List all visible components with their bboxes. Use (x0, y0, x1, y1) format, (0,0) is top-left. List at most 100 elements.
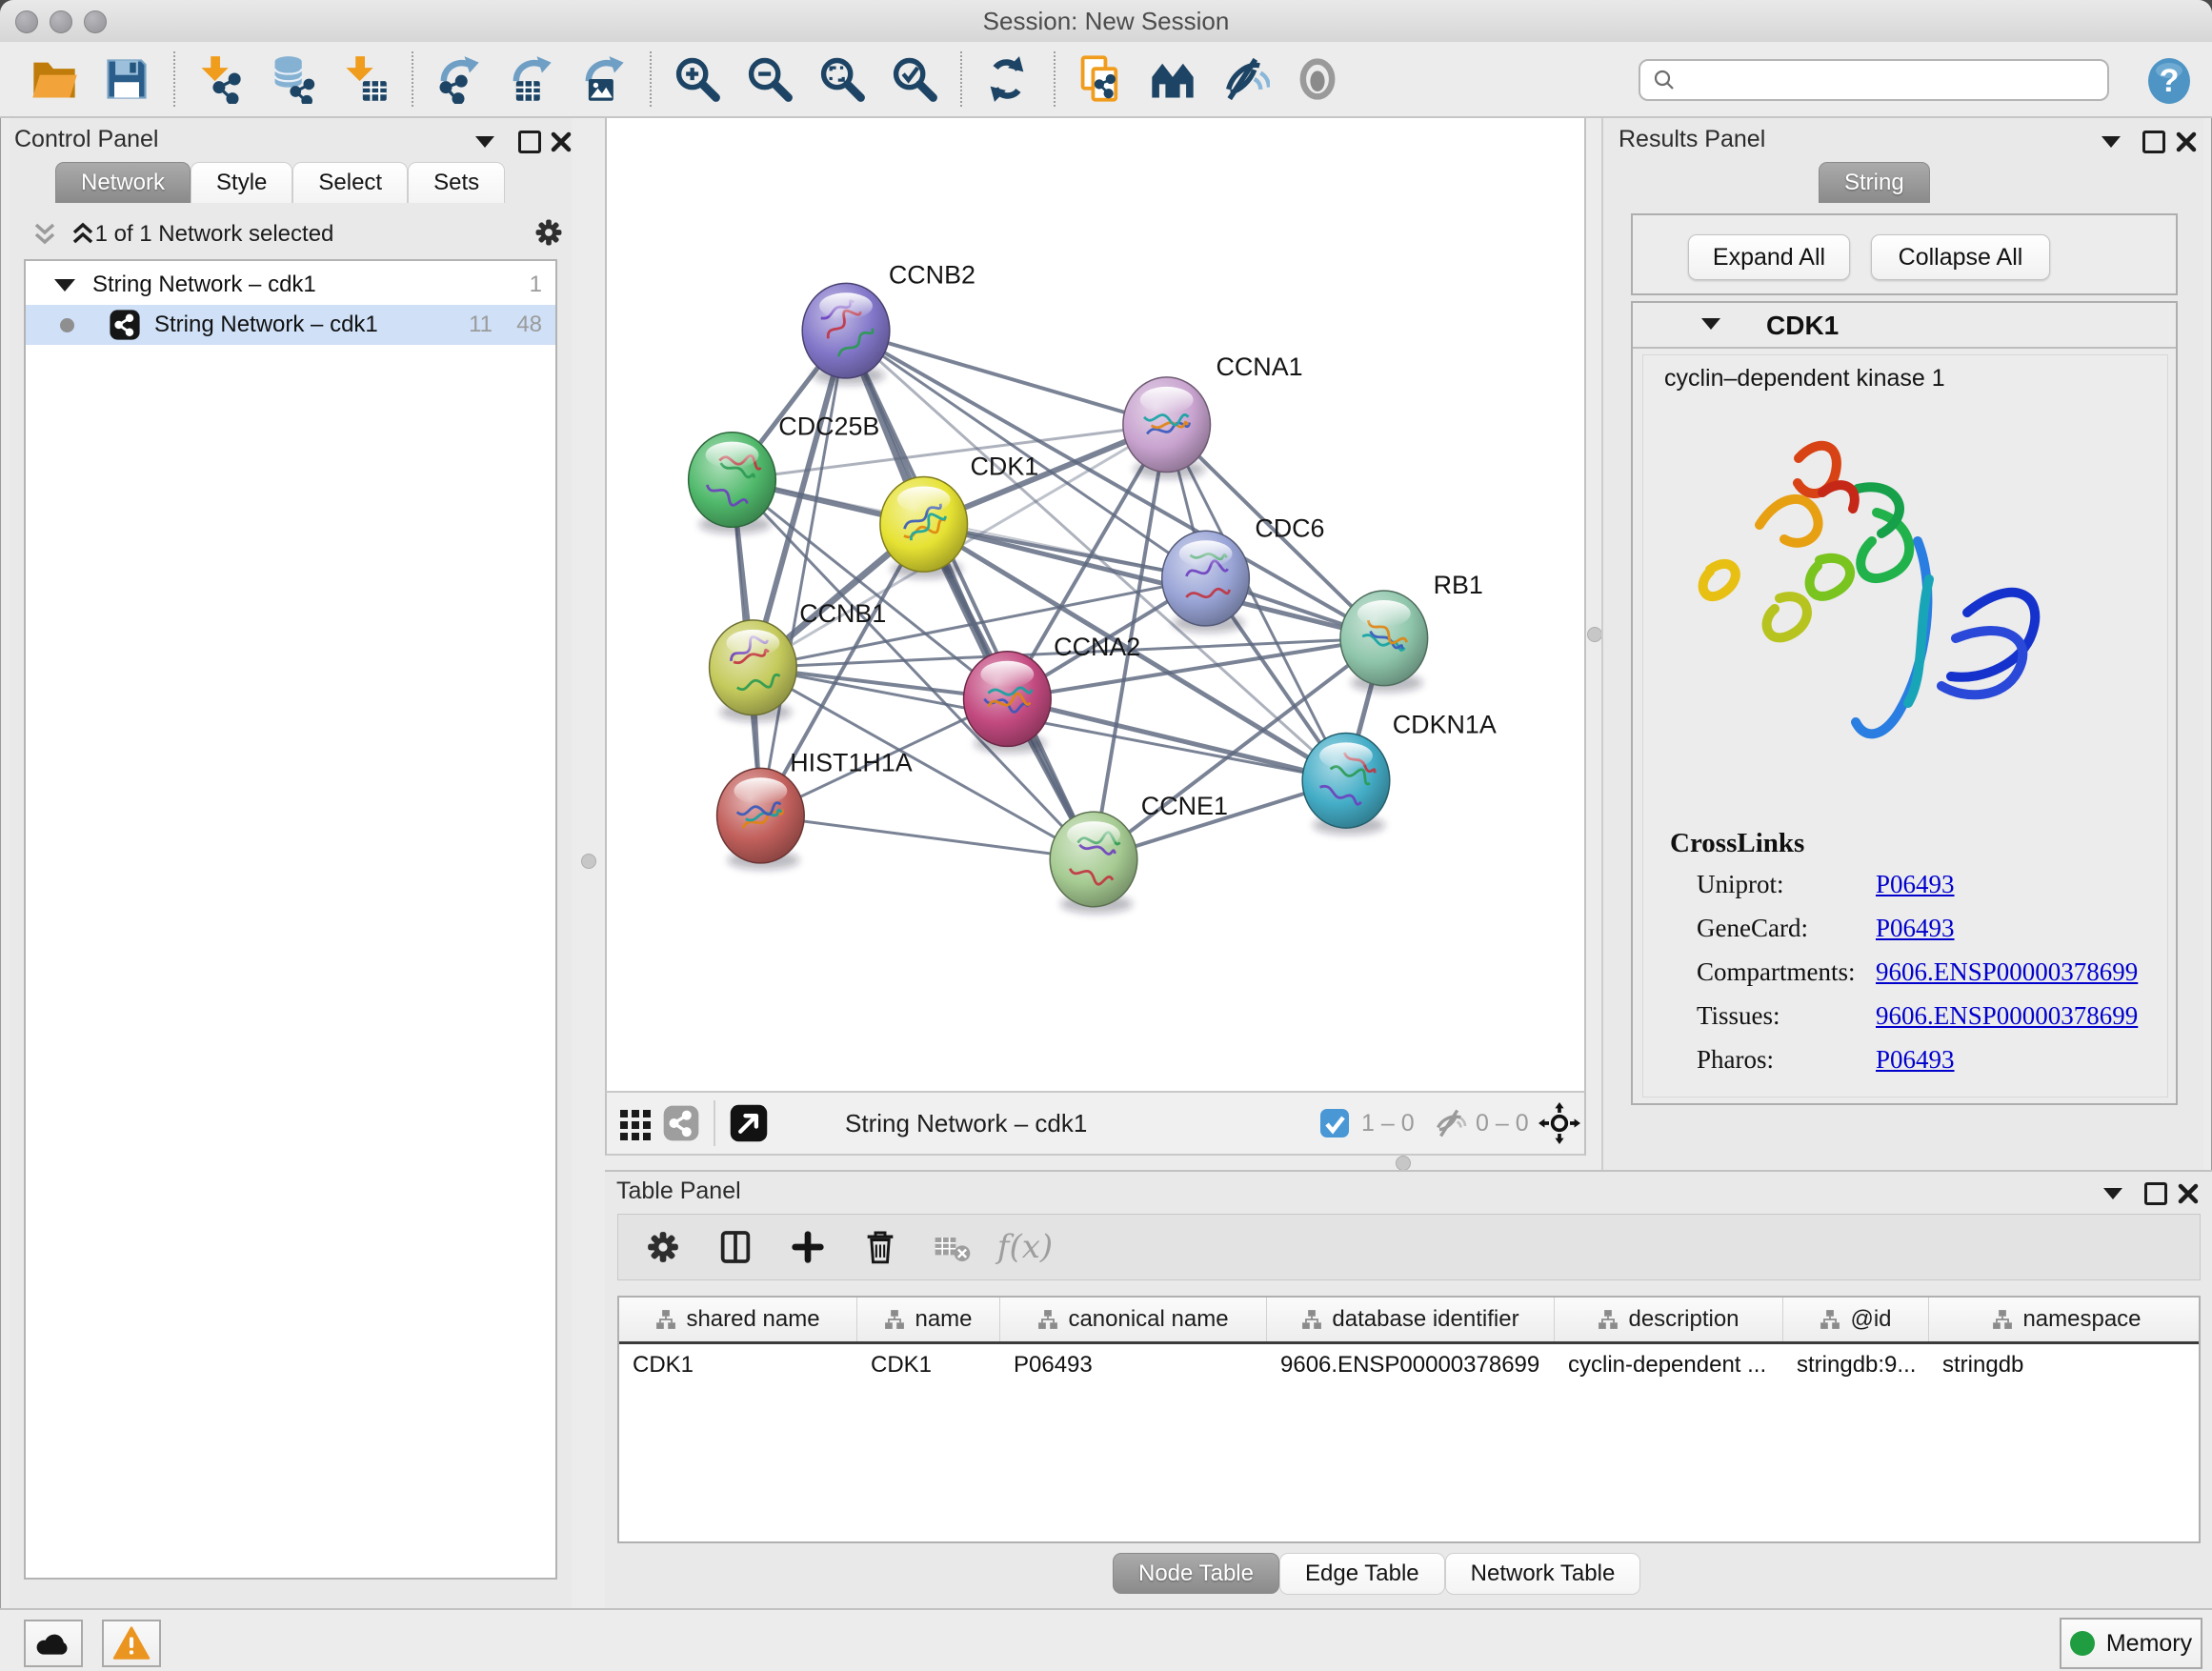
gene-disclosure-icon[interactable] (1701, 318, 1720, 330)
network-node-CCNB2[interactable]: CCNB2 (802, 260, 975, 385)
results-panel-menu-button[interactable] (2097, 128, 2125, 156)
zoom-selected-button[interactable] (884, 50, 943, 109)
close-window-button[interactable] (15, 10, 38, 33)
collapse-all-button[interactable]: Collapse All (1871, 234, 2050, 280)
export-image-button[interactable] (573, 50, 633, 109)
network-edge[interactable] (760, 815, 1094, 859)
column-header-canonical-name[interactable]: canonical name (1000, 1298, 1267, 1341)
column-header-name[interactable]: name (857, 1298, 1000, 1341)
network-edge[interactable] (1007, 699, 1346, 781)
expand-all-button[interactable]: Expand All (1688, 234, 1850, 280)
horizontal-splitter-handle[interactable] (1396, 1156, 1411, 1171)
tab-select[interactable]: Select (292, 162, 408, 203)
table-options-gear-button[interactable] (635, 1222, 691, 1272)
table-panel-menu-button[interactable] (2099, 1179, 2127, 1208)
table-cell[interactable]: stringdb:9... (1783, 1344, 1929, 1388)
zoom-fit-button[interactable] (812, 50, 871, 109)
crosslink-link[interactable]: 9606.ENSP00000378699 (1876, 1001, 2138, 1031)
grid-view-button[interactable] (618, 1093, 653, 1154)
tab-string[interactable]: String (1819, 162, 1930, 203)
network-view-mode-button[interactable] (662, 1093, 700, 1154)
network-node-CDKN1A[interactable]: CDKN1A (1302, 710, 1497, 835)
network-node-HIST1H1A[interactable]: HIST1H1A (717, 748, 913, 870)
memory-button[interactable]: Memory (2060, 1618, 2202, 1669)
right-splitter-handle[interactable] (1587, 627, 1602, 642)
column-header-shared-name[interactable]: shared name (619, 1298, 857, 1341)
control-panel-float-button[interactable] (515, 128, 544, 156)
toolbar-separator (412, 51, 413, 107)
search-input[interactable] (1677, 66, 2081, 94)
network-node-CDC6[interactable]: CDC6 (1162, 513, 1325, 633)
open-file-button[interactable] (25, 50, 84, 109)
network-edge[interactable] (846, 331, 1167, 425)
left-splitter-handle[interactable] (581, 854, 596, 869)
warnings-button[interactable] (102, 1620, 161, 1667)
cloud-status-button[interactable] (24, 1620, 83, 1667)
table-panel-float-button[interactable] (2142, 1179, 2170, 1208)
network-node-CCNB1[interactable]: CCNB1 (710, 599, 887, 722)
network-row-selected[interactable]: String Network – cdk1 11 48 (26, 305, 555, 345)
tab-network-table[interactable]: Network Table (1445, 1553, 1641, 1595)
import-table-button[interactable] (335, 50, 394, 109)
control-panel-close-button[interactable] (547, 128, 575, 156)
node-label-CCNB2: CCNB2 (889, 260, 975, 289)
crosslink-link[interactable]: P06493 (1876, 914, 1955, 943)
add-column-button[interactable] (780, 1222, 835, 1272)
results-panel-float-button[interactable] (2140, 128, 2168, 156)
crosslink-link[interactable]: P06493 (1876, 870, 1955, 899)
network-node-CCNE1[interactable]: CCNE1 (1050, 792, 1228, 914)
table-panel-close-button[interactable] (2174, 1179, 2202, 1208)
minimize-window-button[interactable] (50, 10, 72, 33)
zoom-window-button[interactable] (84, 10, 107, 33)
column-header-description[interactable]: description (1555, 1298, 1783, 1341)
column-header--id[interactable]: @id (1783, 1298, 1929, 1341)
save-button[interactable] (97, 50, 156, 109)
crosslink-link[interactable]: P06493 (1876, 1045, 1955, 1075)
collection-disclosure-icon[interactable] (54, 279, 75, 292)
column-header-database-identifier[interactable]: database identifier (1267, 1298, 1555, 1341)
duplicate-network-button[interactable] (1071, 50, 1130, 109)
hidden-elements-button[interactable] (1434, 1093, 1468, 1154)
table-cell[interactable]: CDK1 (857, 1344, 1000, 1388)
tab-node-table[interactable]: Node Table (1113, 1553, 1279, 1594)
table-cell[interactable]: CDK1 (619, 1344, 857, 1388)
pan-mode-button[interactable] (1538, 1093, 1580, 1154)
import-database-button[interactable] (263, 50, 322, 109)
help-button[interactable]: ? (2145, 57, 2193, 105)
show-graphics-details-button[interactable] (1288, 50, 1347, 109)
selected-nodes-checkbox[interactable] (1319, 1093, 1350, 1154)
network-node-CCNA1[interactable]: CCNA1 (1123, 352, 1303, 479)
gene-header[interactable]: CDK1 (1633, 303, 2176, 349)
crosslink-row: Compartments:9606.ENSP00000378699 (1697, 957, 2154, 1001)
export-table-button[interactable] (501, 50, 560, 109)
plus-icon (789, 1228, 827, 1266)
control-panel-menu-button[interactable] (471, 128, 499, 156)
import-network-button[interactable] (191, 50, 250, 109)
tab-style[interactable]: Style (191, 162, 292, 203)
birdseye-view-button[interactable] (1143, 50, 1202, 109)
network-options-gear-button[interactable] (532, 215, 566, 250)
tab-edge-table[interactable]: Edge Table (1279, 1553, 1445, 1595)
table-cell[interactable]: 9606.ENSP00000378699 (1267, 1344, 1555, 1388)
zoom-out-button[interactable] (739, 50, 798, 109)
crosslink-link[interactable]: 9606.ENSP00000378699 (1876, 957, 2138, 987)
apply-layout-button[interactable] (977, 50, 1036, 109)
hide-graphics-details-button[interactable] (1216, 50, 1275, 109)
network-node-RB1[interactable]: RB1 (1340, 571, 1483, 693)
network-canvas[interactable]: CCNB2CCNA1CDC25BCDK1CDC6RB1CCNB1CCNA2CDK… (605, 118, 1586, 1091)
table-row[interactable]: CDK1CDK1P064939606.ENSP00000378699cyclin… (619, 1344, 2199, 1388)
show-columns-button[interactable] (708, 1222, 763, 1272)
delete-column-button[interactable] (853, 1222, 908, 1272)
table-cell[interactable]: stringdb (1929, 1344, 2201, 1388)
zoom-in-button[interactable] (667, 50, 726, 109)
tab-network[interactable]: Network (55, 162, 191, 203)
table-cell[interactable]: P06493 (1000, 1344, 1267, 1388)
gene-result-box: CDK1 cyclin–dependent kinase 1 (1631, 301, 2178, 1105)
detach-view-button[interactable] (729, 1093, 769, 1154)
table-cell[interactable]: cyclin-dependent ... (1555, 1344, 1783, 1388)
column-header-namespace[interactable]: namespace (1929, 1298, 2201, 1341)
network-collection-row[interactable]: String Network – cdk1 1 (26, 265, 555, 305)
export-network-button[interactable] (429, 50, 488, 109)
results-panel-close-button[interactable] (2172, 128, 2201, 156)
tab-sets[interactable]: Sets (408, 162, 505, 203)
